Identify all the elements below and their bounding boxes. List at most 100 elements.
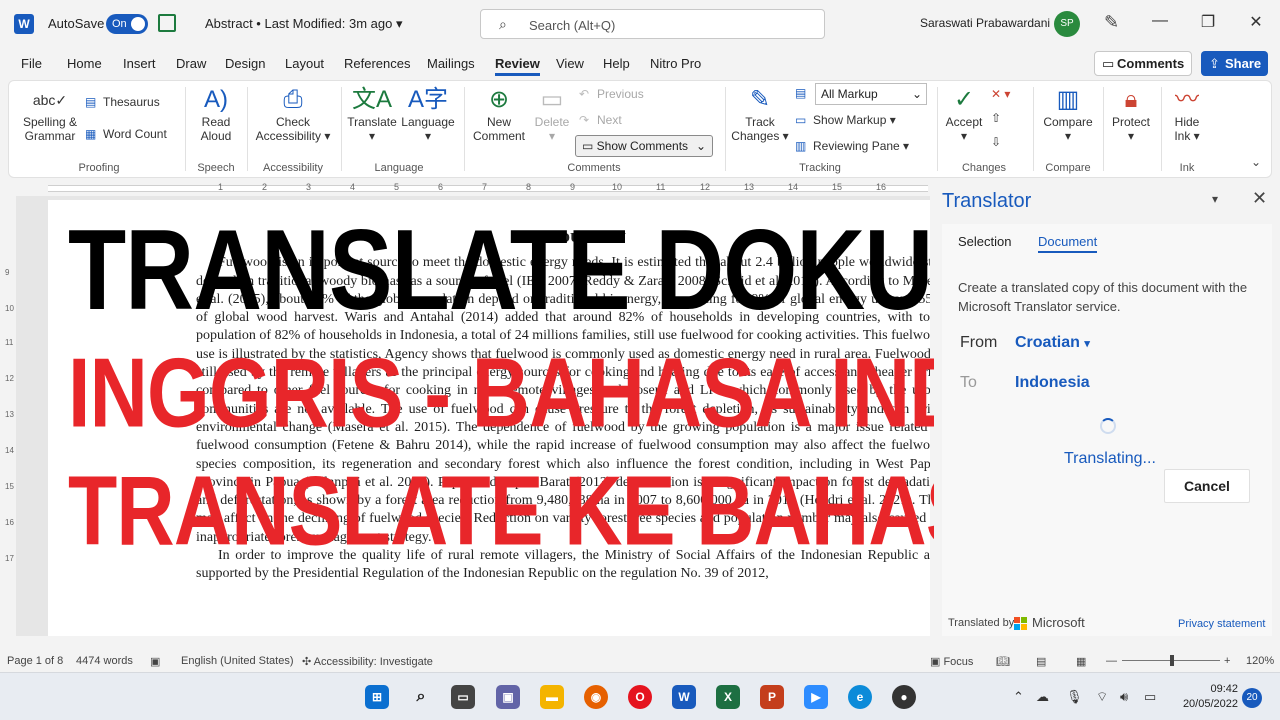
cloud-icon[interactable]: ☁: [1036, 689, 1049, 705]
tab-view[interactable]: View: [556, 56, 584, 71]
zoom-slider-thumb[interactable]: [1170, 655, 1174, 666]
cancel-button[interactable]: Cancel: [1164, 469, 1250, 503]
volume-icon[interactable]: 🔊︎: [1120, 689, 1128, 705]
tab-layout[interactable]: Layout: [285, 56, 324, 71]
task-view-icon[interactable]: ▭: [451, 685, 475, 709]
tab-nitro-pro[interactable]: Nitro Pro: [650, 56, 701, 71]
powerpoint-icon[interactable]: P: [760, 685, 784, 709]
reviewing-pane-button[interactable]: ▥ Reviewing Pane ▾: [795, 139, 909, 153]
tab-home[interactable]: Home: [67, 56, 102, 71]
record-app-icon[interactable]: ●: [892, 685, 916, 709]
delete-comment-button[interactable]: ▭ Delete ▾: [531, 85, 573, 143]
proofing-status-icon[interactable]: ▣: [150, 655, 160, 668]
file-explorer-icon[interactable]: ▬: [540, 685, 564, 709]
word-count-button[interactable]: ▦ Word Count: [85, 127, 167, 141]
print-layout-icon[interactable]: ▤: [1036, 655, 1046, 668]
comments-button[interactable]: ▭ Comments: [1094, 51, 1192, 76]
collapse-ribbon-icon[interactable]: ⌄: [1251, 155, 1261, 169]
close-icon[interactable]: ✕: [1244, 12, 1268, 32]
document-title[interactable]: Abstract • Last Modified: 3m ago ▾: [205, 16, 403, 32]
read-mode-icon[interactable]: 📖︎: [996, 655, 1010, 668]
teams-icon[interactable]: ▣: [496, 685, 520, 709]
protect-button[interactable]: 🔒︎ Protect ▾: [1107, 85, 1155, 143]
next-comment-button[interactable]: ↷ Next: [579, 113, 622, 127]
translator-card: Selection Document Create a translated c…: [942, 224, 1272, 636]
group-comments: Comments: [567, 162, 621, 174]
tab-help[interactable]: Help: [603, 56, 630, 71]
clock[interactable]: 09:42 20/05/2022: [1174, 682, 1238, 712]
focus-button[interactable]: ▣ Focus: [930, 655, 973, 668]
user-name[interactable]: Saraswati Prabawardani: [920, 16, 1050, 30]
zoom-out-icon[interactable]: —: [1106, 655, 1117, 667]
show-comments-button[interactable]: ▭ Show Comments ⌄: [575, 135, 713, 157]
accept-button[interactable]: ✓ Accept ▾: [943, 85, 985, 143]
battery-icon[interactable]: ▭: [1144, 689, 1156, 705]
word-taskbar-icon[interactable]: W: [672, 685, 696, 709]
read-aloud-button[interactable]: A) Read Aloud: [193, 85, 239, 143]
to-language-select[interactable]: Indonesia: [1015, 374, 1090, 392]
tray-chevron-icon[interactable]: ⌃: [1013, 689, 1024, 705]
accessibility-icon: ⎙: [283, 86, 303, 113]
hide-ink-button[interactable]: 〰 Hide Ink ▾: [1165, 85, 1209, 143]
opera-icon[interactable]: O: [628, 685, 652, 709]
new-comment-button[interactable]: ⊕ New Comment: [471, 85, 527, 143]
language-button[interactable]: A字 Language ▾: [399, 85, 457, 143]
pen-icon[interactable]: ✎: [1104, 12, 1119, 33]
avatar[interactable]: SP: [1054, 11, 1080, 37]
accessibility-status[interactable]: ✣ Accessibility: Investigate: [302, 655, 433, 668]
tab-design[interactable]: Design: [225, 56, 265, 71]
next-change-icon: ⇩: [991, 135, 1002, 149]
group-speech: Speech: [197, 162, 235, 174]
track-changes-button[interactable]: ✎ Track Changes ▾: [731, 85, 789, 143]
restore-icon[interactable]: ❐: [1196, 12, 1220, 32]
previous-comment-button[interactable]: ↶ Previous: [579, 87, 644, 101]
autosave-state: On: [112, 18, 127, 30]
tab-file[interactable]: File: [21, 56, 42, 71]
tab-draw[interactable]: Draw: [176, 56, 206, 71]
spelling-grammar-button[interactable]: abc✓ Spelling & Grammar: [21, 85, 79, 143]
autosave-toggle[interactable]: On: [106, 14, 148, 34]
compare-button[interactable]: ▥ Compare ▾: [1039, 85, 1097, 143]
excel-icon[interactable]: X: [716, 685, 740, 709]
privacy-statement-link[interactable]: Privacy statement: [1178, 618, 1265, 630]
save-icon[interactable]: [158, 14, 176, 32]
tab-selection[interactable]: Selection: [958, 234, 1011, 249]
zoom-app-icon[interactable]: ▶: [804, 685, 828, 709]
translate-button[interactable]: 文A Translate ▾: [347, 85, 397, 143]
zoom-level[interactable]: 120%: [1246, 655, 1274, 667]
search-icon: ⌕: [499, 16, 507, 32]
edge-icon[interactable]: e: [848, 685, 872, 709]
search-box[interactable]: ⌕ Search (Alt+Q): [480, 9, 825, 39]
pane-close-icon[interactable]: ✕: [1252, 188, 1267, 209]
tab-mailings[interactable]: Mailings: [427, 56, 475, 71]
next-change-button[interactable]: ⇩: [991, 135, 1001, 149]
tab-document[interactable]: Document: [1038, 234, 1098, 253]
tab-insert[interactable]: Insert: [123, 56, 156, 71]
thesaurus-icon: ▤: [85, 95, 97, 109]
wifi-icon[interactable]: ⌔: [1096, 689, 1108, 705]
start-icon[interactable]: ⊞: [365, 685, 389, 709]
zoom-in-icon[interactable]: +: [1224, 655, 1230, 667]
firefox-icon[interactable]: ◉: [584, 685, 608, 709]
markup-dropdown[interactable]: All Markup ⌄: [815, 83, 927, 105]
display-for-review-icon: ▤: [795, 86, 807, 100]
share-button[interactable]: ⇪ Share: [1201, 51, 1268, 76]
search-taskbar-icon[interactable]: ⌕: [409, 685, 433, 709]
check-accessibility-button[interactable]: ⎙ Check Accessibility ▾: [253, 85, 333, 143]
word-count[interactable]: 4474 words: [76, 655, 133, 667]
language-status[interactable]: English (United States): [181, 655, 294, 667]
notification-badge[interactable]: 20: [1242, 688, 1262, 708]
reject-button[interactable]: ✕ ▾: [991, 87, 1010, 101]
from-language-select[interactable]: Croatian ▾: [1015, 334, 1090, 352]
show-markup-button[interactable]: ▭ Show Markup ▾: [795, 113, 896, 127]
web-layout-icon[interactable]: ▦: [1076, 655, 1086, 668]
pane-options-icon[interactable]: ▾: [1212, 192, 1218, 206]
microphone-icon[interactable]: 🎙︎: [1066, 689, 1083, 705]
page-count[interactable]: Page 1 of 8: [7, 655, 63, 667]
tab-review[interactable]: Review: [495, 56, 540, 76]
previous-icon: ↶: [579, 87, 590, 101]
previous-change-button[interactable]: ⇧: [991, 111, 1001, 125]
minimize-icon[interactable]: —: [1148, 12, 1172, 30]
thesaurus-button[interactable]: ▤ Thesaurus: [85, 95, 160, 109]
tab-references[interactable]: References: [344, 56, 410, 71]
